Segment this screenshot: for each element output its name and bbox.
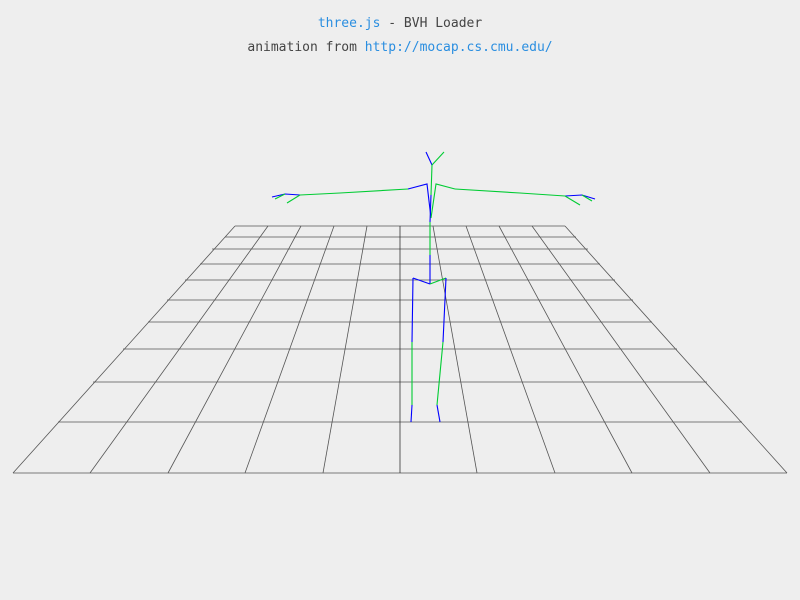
mocap-link[interactable]: http://mocap.cs.cmu.edu/ [365, 40, 553, 55]
render-canvas[interactable] [0, 0, 800, 600]
title-suffix: - BVH Loader [380, 16, 483, 31]
credit-line: animation from http://mocap.cs.cmu.edu/ [0, 36, 800, 60]
threejs-link[interactable]: three.js [318, 16, 381, 31]
credit-prefix: animation from [247, 40, 365, 55]
floor-grid [12, 225, 788, 474]
title-line: three.js - BVH Loader [0, 12, 800, 36]
bvh-skeleton [271, 151, 596, 423]
info-header: three.js - BVH Loader animation from htt… [0, 12, 800, 60]
